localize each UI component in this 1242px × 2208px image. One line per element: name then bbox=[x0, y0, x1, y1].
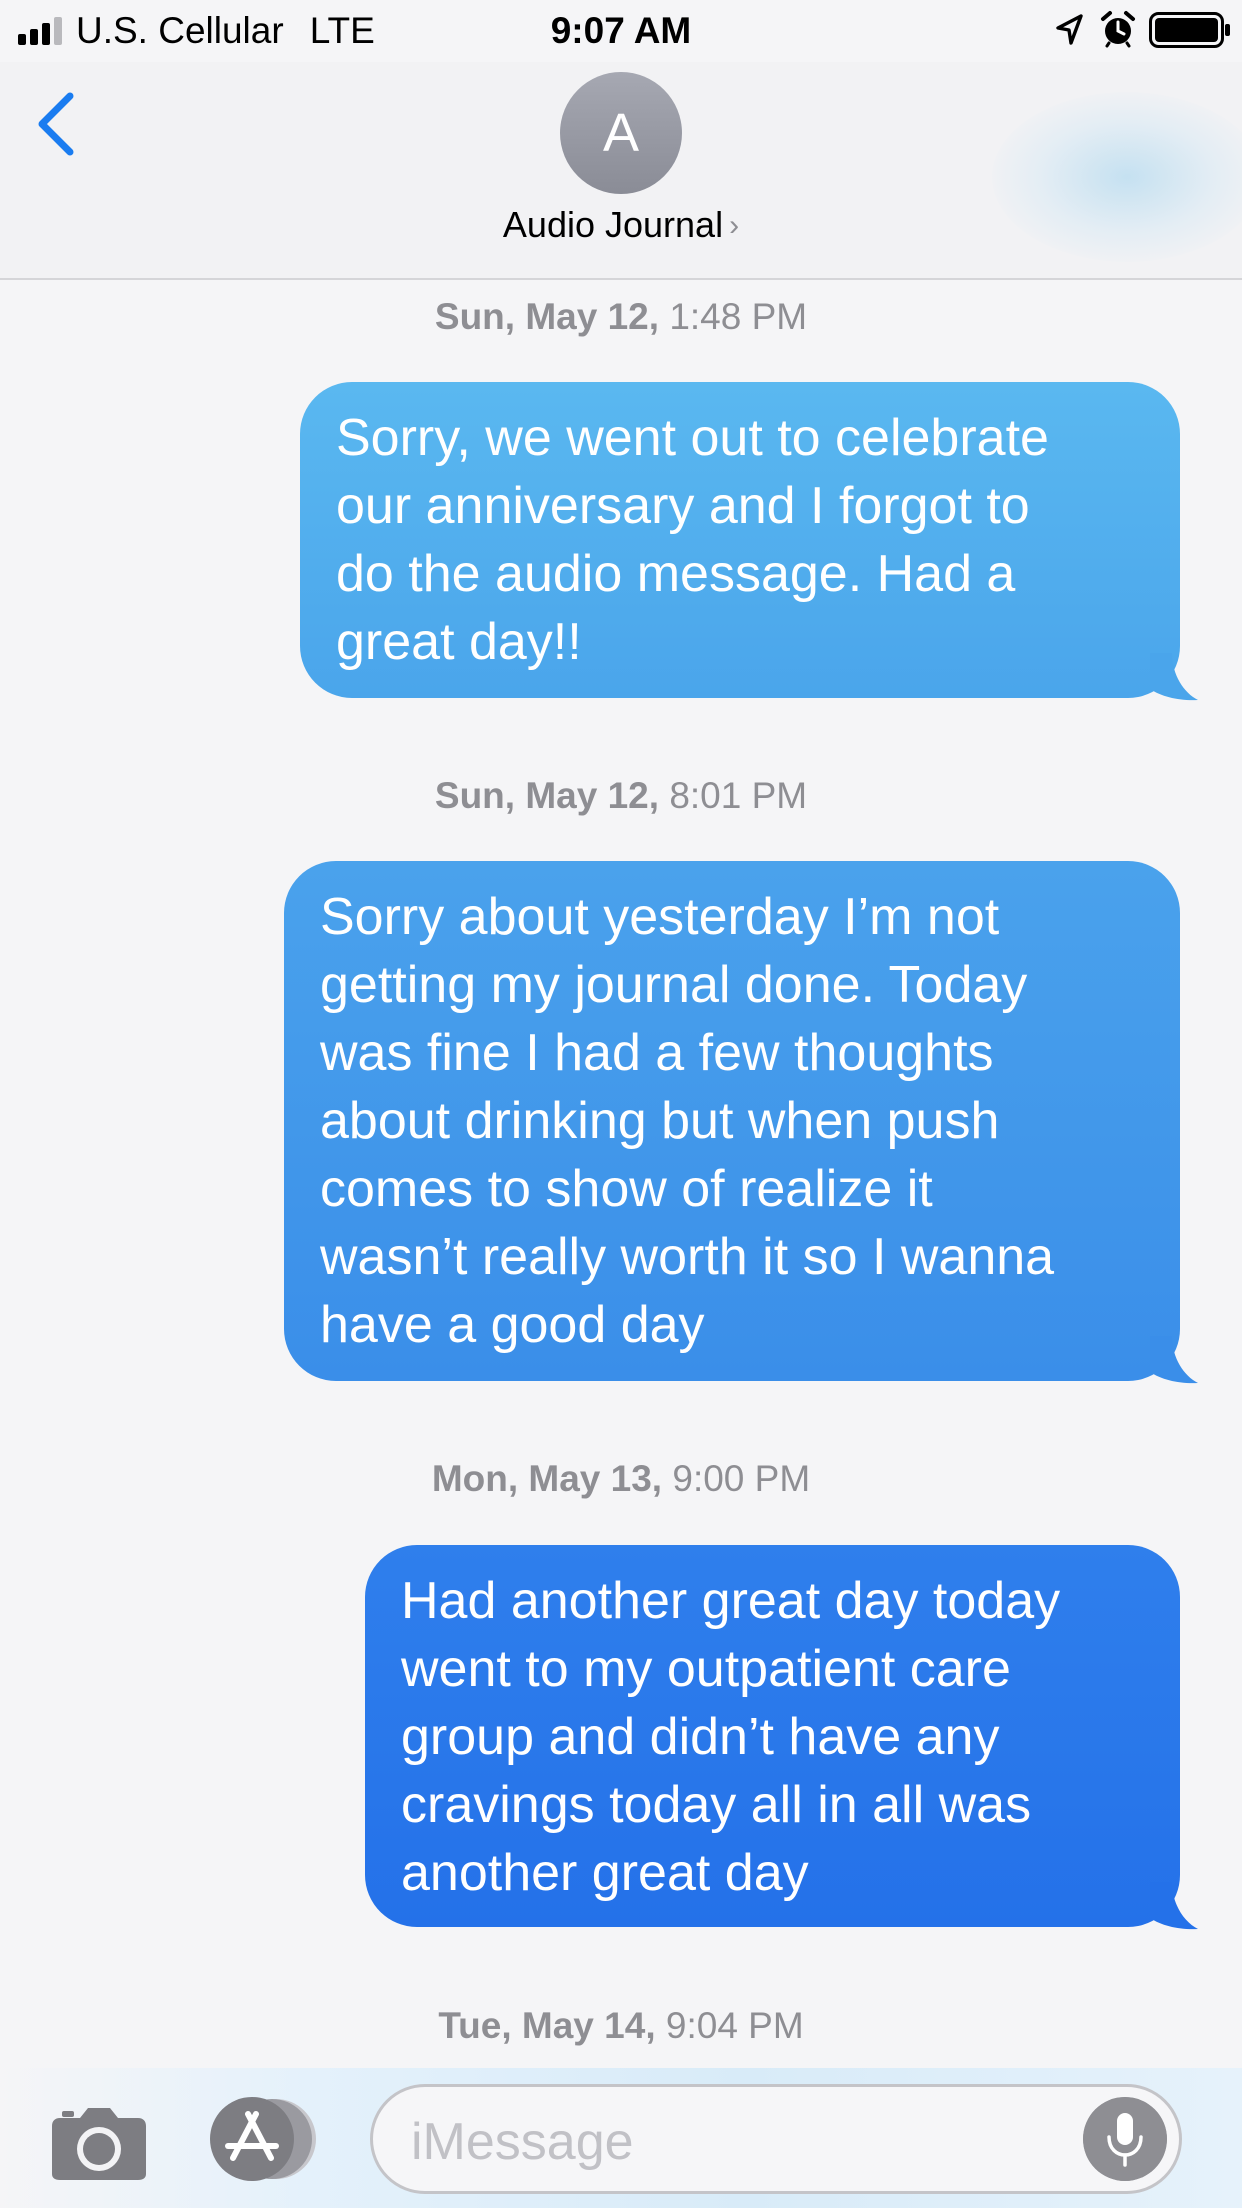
message-bubble[interactable]: Sorry, we went out to celebrate our anni… bbox=[300, 382, 1198, 701]
timestamp-day: Mon, May 13, bbox=[431, 1458, 663, 1499]
status-bar: U.S. Cellular LTE 9:07 AM bbox=[0, 0, 1242, 62]
message-line: great day!! bbox=[336, 613, 582, 671]
bubble-tail bbox=[1150, 1336, 1198, 1384]
message-line: do the audio message. Had a bbox=[336, 545, 1016, 603]
message-line: was fine I had a few thoughts bbox=[320, 1024, 994, 1082]
timestamp-day: Sun, May 12, bbox=[434, 296, 660, 337]
message-line: cravings today all in all was bbox=[401, 1776, 1032, 1834]
message-timestamp: Sun, May 12, 8:01 PM bbox=[0, 773, 1242, 819]
location-icon bbox=[1056, 14, 1083, 45]
timestamp-time: 1:48 PM bbox=[669, 296, 808, 337]
alarm-icon bbox=[1101, 11, 1135, 48]
conversation-header: A Audio Journal › bbox=[0, 62, 1242, 280]
contact-name: Audio Journal bbox=[502, 204, 724, 245]
message-line: wasn’t really worth it so I wanna bbox=[320, 1228, 1055, 1286]
message-line: Sorry, we went out to celebrate bbox=[336, 409, 1049, 467]
battery-icon bbox=[1149, 12, 1230, 48]
input-placeholder: iMessage bbox=[411, 2113, 634, 2171]
message-timestamp: Mon, May 13, 9:00 PM bbox=[0, 1456, 1242, 1502]
imessage-input[interactable]: iMessage bbox=[370, 2084, 1182, 2194]
message-line: went to my outpatient care bbox=[401, 1640, 1011, 1698]
back-button[interactable] bbox=[28, 84, 88, 164]
bubble-tail bbox=[1150, 653, 1198, 701]
message-timestamp: Sun, May 12, 1:48 PM bbox=[0, 294, 1242, 340]
message-line: Sorry about yesterday I’m not bbox=[320, 888, 1000, 946]
timestamp-time: 9:00 PM bbox=[672, 1458, 811, 1499]
message-bubble[interactable]: Had another great day today went to my o… bbox=[365, 1545, 1198, 1930]
chevron-right-icon: › bbox=[729, 209, 740, 242]
message-line: about drinking but when push bbox=[320, 1092, 1000, 1150]
app-store-icon[interactable] bbox=[206, 2096, 320, 2182]
message-line: Had another great day today bbox=[401, 1572, 1061, 1630]
compose-bar: iMessage bbox=[0, 2068, 1242, 2208]
message-line: group and didn’t have any bbox=[401, 1708, 1000, 1766]
message-bubble[interactable]: Sorry about yesterday I’m not getting my… bbox=[284, 861, 1198, 1384]
message-line: another great day bbox=[401, 1844, 809, 1902]
bubble-tail bbox=[1150, 1882, 1198, 1930]
contact-name-button[interactable]: Audio Journal › bbox=[0, 202, 1242, 249]
message-line: comes to show of realize it bbox=[320, 1160, 933, 1218]
message-line: getting my journal done. Today bbox=[320, 956, 1028, 1014]
timestamp-day: Tue, May 14, bbox=[438, 2005, 656, 2046]
message-timestamp: Tue, May 14, 9:04 PM bbox=[0, 2003, 1242, 2049]
timestamp-day: Sun, May 12, bbox=[434, 775, 660, 816]
timestamp-time: 8:01 PM bbox=[669, 775, 808, 816]
camera-icon[interactable] bbox=[50, 2102, 148, 2182]
microphone-icon[interactable] bbox=[1083, 2097, 1167, 2181]
contact-avatar[interactable]: A bbox=[560, 72, 682, 194]
timestamp-time: 9:04 PM bbox=[665, 2005, 804, 2046]
message-line: have a good day bbox=[320, 1296, 705, 1354]
message-line: our anniversary and I forgot to bbox=[336, 477, 1030, 535]
